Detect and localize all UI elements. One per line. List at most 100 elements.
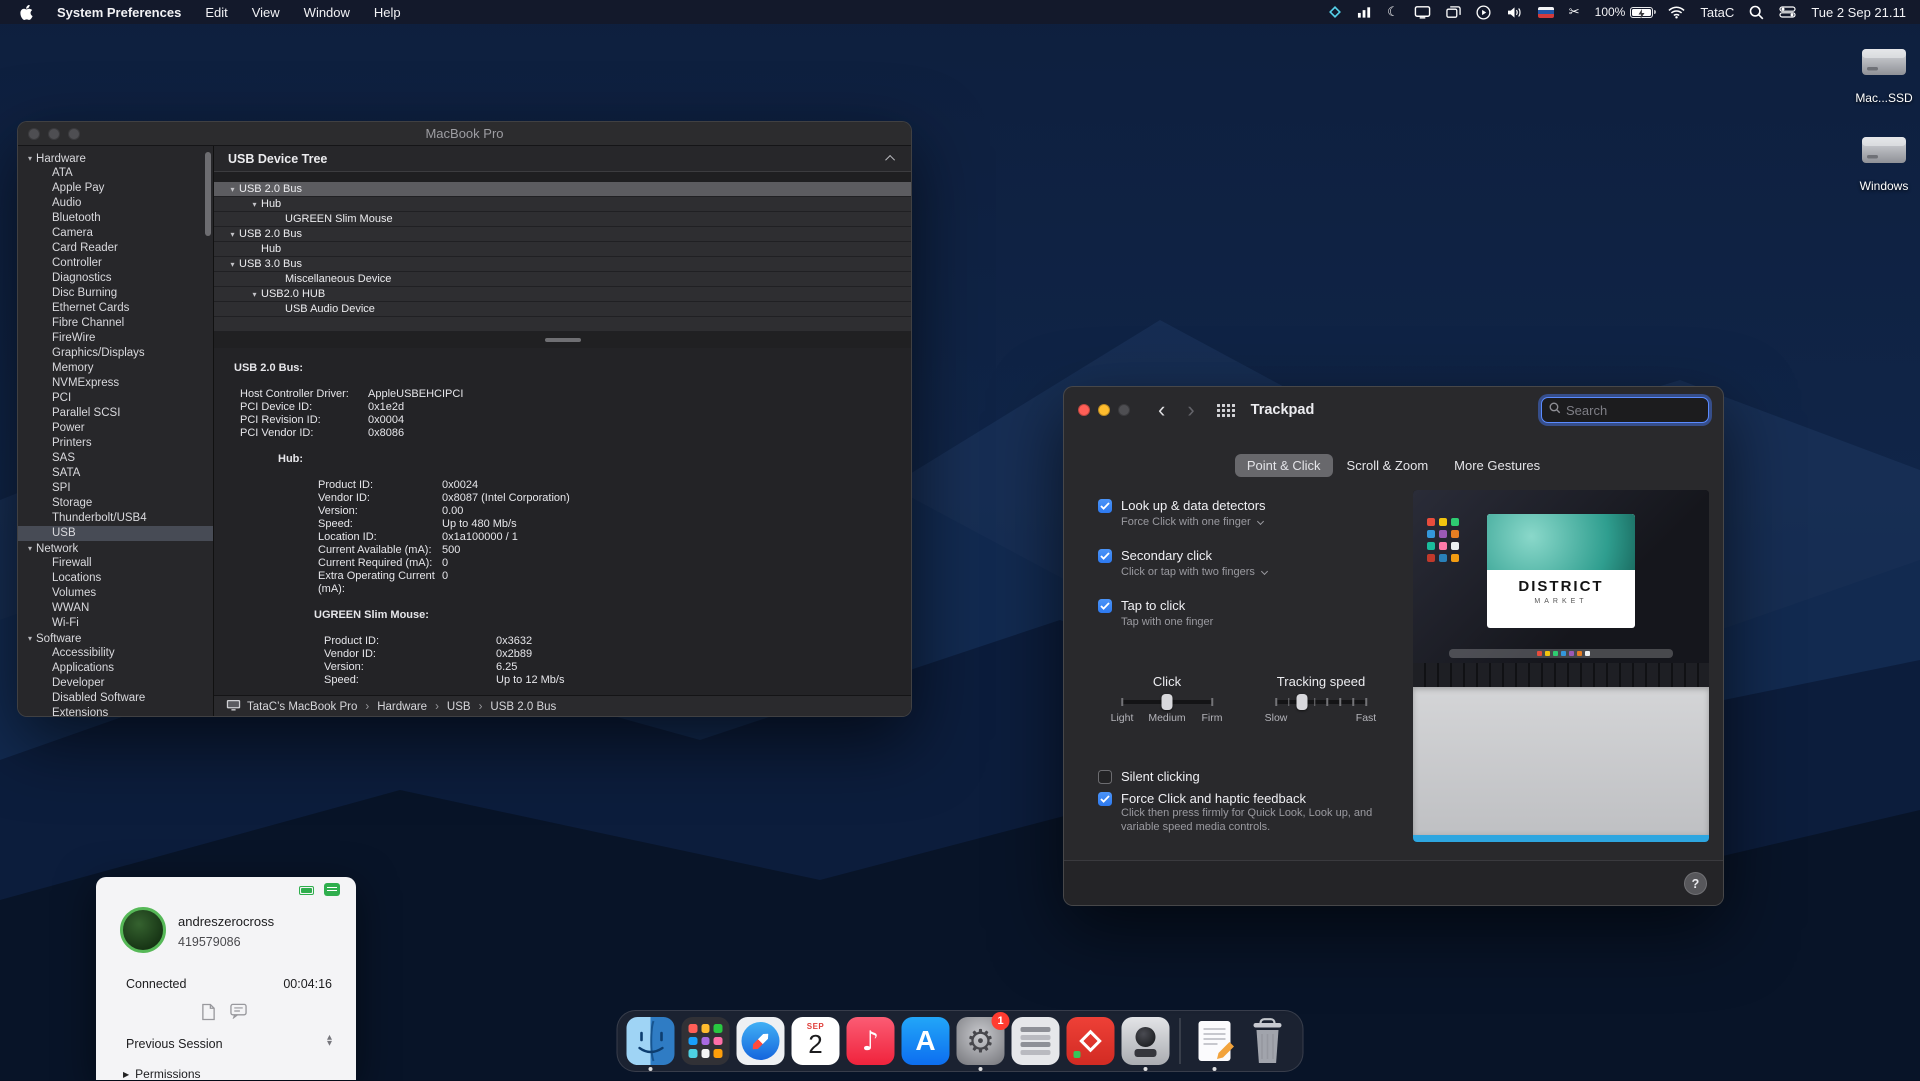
spotlight-search-icon[interactable] — [1749, 3, 1764, 21]
dark-mode-moon-icon[interactable]: ☾ — [1387, 3, 1399, 21]
dock-music-icon[interactable]: ♪ — [847, 1017, 895, 1065]
disclosure-triangle-icon[interactable]: ▾ — [226, 260, 239, 269]
scissors-icon[interactable]: ✂ — [1569, 3, 1580, 21]
slider-thumb[interactable] — [1162, 694, 1173, 710]
menu-window[interactable]: Window — [304, 5, 350, 20]
tree-row[interactable]: USB Audio Device — [214, 302, 911, 317]
tracking-speed-slider[interactable] — [1276, 700, 1366, 704]
sidebar-item[interactable]: Volumes — [18, 586, 213, 601]
sidebar-item[interactable]: Extensions — [18, 706, 213, 717]
window-titlebar[interactable]: MacBook Pro — [18, 122, 911, 146]
sidebar-section-hardware[interactable]: ▾ Hardware — [18, 151, 213, 166]
sidebar-item[interactable]: SATA — [18, 466, 213, 481]
disclosure-triangle-icon[interactable]: ▾ — [248, 200, 261, 209]
sidebar-item[interactable]: Ethernet Cards — [18, 301, 213, 316]
sidebar-item[interactable]: Parallel SCSI — [18, 406, 213, 421]
option-setting-dropdown[interactable]: Force Click with one finger — [1121, 516, 1266, 528]
breadcrumb-item[interactable]: USB 2.0 Bus — [490, 701, 556, 713]
tab-more-gestures[interactable]: More Gestures — [1442, 454, 1552, 477]
file-transfer-icon[interactable] — [201, 1003, 216, 1026]
sidebar-item[interactable]: Disc Burning — [18, 286, 213, 301]
sidebar-item[interactable]: Diagnostics — [18, 271, 213, 286]
sidebar-scrollbar[interactable] — [205, 152, 211, 236]
sidebar-item[interactable]: Power — [18, 421, 213, 436]
menu-edit[interactable]: Edit — [205, 5, 227, 20]
checkbox-tap-to-click[interactable] — [1098, 599, 1112, 613]
sidebar-item[interactable]: NVMExpress — [18, 376, 213, 391]
diamond-status-icon[interactable] — [1328, 3, 1342, 21]
disclosure-triangle-icon[interactable]: ▾ — [226, 230, 239, 239]
tree-row[interactable]: ▾USB 2.0 Bus — [214, 227, 911, 242]
search-input[interactable] — [1566, 403, 1701, 418]
sidebar-item[interactable]: Applications — [18, 661, 213, 676]
activity-status-icon[interactable] — [1357, 3, 1372, 21]
disclosure-triangle-icon[interactable]: ▾ — [28, 634, 32, 643]
show-all-grid-icon[interactable] — [1217, 404, 1235, 417]
sidebar-item[interactable]: USB — [18, 526, 213, 541]
tree-row[interactable]: Miscellaneous Device — [214, 272, 911, 287]
sidebar-item[interactable]: Storage — [18, 496, 213, 511]
breadcrumb-item[interactable]: TataC’s MacBook Pro — [247, 701, 357, 713]
wifi-icon[interactable] — [1668, 3, 1685, 21]
menu-help[interactable]: Help — [374, 5, 401, 20]
sidebar-item[interactable]: Disabled Software — [18, 691, 213, 706]
breadcrumb-item[interactable]: USB — [447, 701, 471, 713]
sidebar-item[interactable]: Locations — [18, 571, 213, 586]
dock-system-preferences-icon[interactable]: ⚙ 1 — [957, 1017, 1005, 1065]
sidebar-item[interactable]: Memory — [18, 361, 213, 376]
sidebar-item[interactable]: Firewall — [18, 556, 213, 571]
tree-row[interactable]: ▾USB2.0 HUB — [214, 287, 911, 302]
tree-row[interactable]: ▾USB 3.0 Bus — [214, 257, 911, 272]
sidebar-item[interactable]: Accessibility — [18, 646, 213, 661]
sidebar-item[interactable]: PCI — [18, 391, 213, 406]
sidebar-item[interactable]: FireWire — [18, 331, 213, 346]
tree-row[interactable]: ▾Hub — [214, 197, 911, 212]
menu-app-name[interactable]: System Preferences — [57, 5, 181, 20]
previous-session-dropdown[interactable]: Previous Session — [126, 1037, 223, 1051]
dock-launchpad-icon[interactable] — [682, 1017, 730, 1065]
control-center-icon[interactable] — [1779, 3, 1796, 21]
dock-safari-icon[interactable] — [737, 1017, 785, 1065]
sidebar-section-network[interactable]: ▾ Network — [18, 541, 213, 556]
session-chat-icon[interactable] — [324, 883, 340, 896]
desktop-drive-windows[interactable]: Windows — [1838, 128, 1920, 193]
chat-outline-icon[interactable] — [230, 1003, 247, 1026]
minimize-button[interactable] — [1098, 404, 1110, 416]
sidebar-item[interactable]: Graphics/Displays — [18, 346, 213, 361]
dock-red-app-icon[interactable] — [1067, 1017, 1115, 1065]
volume-icon[interactable] — [1506, 3, 1523, 21]
apple-menu-icon[interactable] — [20, 5, 33, 20]
tree-row[interactable]: Hub — [214, 242, 911, 257]
stepper-icon[interactable]: ▲▼ — [327, 1034, 332, 1046]
menu-clock[interactable]: Tue 2 Sep 21.11 — [1811, 5, 1906, 20]
search-field[interactable] — [1541, 397, 1709, 423]
slider-thumb[interactable] — [1296, 694, 1307, 710]
splitter-handle[interactable] — [545, 338, 581, 342]
tab-point-and-click[interactable]: Point & Click — [1235, 454, 1333, 477]
checkbox-force-click[interactable] — [1098, 792, 1112, 806]
sidebar-section-software[interactable]: ▾ Software — [18, 631, 213, 646]
usb-device-tree-header[interactable]: USB Device Tree — [214, 146, 911, 172]
sidebar-item[interactable]: Thunderbolt/USB4 — [18, 511, 213, 526]
forward-button[interactable]: › — [1187, 401, 1194, 419]
dock-document-app-icon[interactable] — [1191, 1017, 1239, 1065]
close-button[interactable] — [1078, 404, 1090, 416]
sidebar-item[interactable]: Camera — [18, 226, 213, 241]
checkbox-secondary-click[interactable] — [1098, 549, 1112, 563]
sidebar-item[interactable]: SPI — [18, 481, 213, 496]
dock-calendar-icon[interactable]: SEP 2 — [792, 1017, 840, 1065]
back-button[interactable]: ‹ — [1158, 401, 1165, 419]
disclosure-triangle-icon[interactable]: ▾ — [28, 154, 32, 163]
dock-camera-app-icon[interactable] — [1122, 1017, 1170, 1065]
pane-splitter[interactable] — [214, 332, 911, 348]
sidebar-item[interactable]: Printers — [18, 436, 213, 451]
tab-scroll-and-zoom[interactable]: Scroll & Zoom — [1335, 454, 1441, 477]
sidebar-item[interactable]: Fibre Channel — [18, 316, 213, 331]
sidebar-item[interactable]: Controller — [18, 256, 213, 271]
keyboard-layout-flag-icon[interactable] — [1538, 3, 1554, 21]
windows-stack-icon[interactable] — [1446, 3, 1461, 21]
sidebar-item[interactable]: Wi-Fi — [18, 616, 213, 631]
tree-row[interactable]: ▾USB 2.0 Bus — [214, 182, 911, 197]
option-setting-dropdown[interactable]: Click or tap with two fingers — [1121, 566, 1267, 578]
sidebar-item[interactable]: ATA — [18, 166, 213, 181]
